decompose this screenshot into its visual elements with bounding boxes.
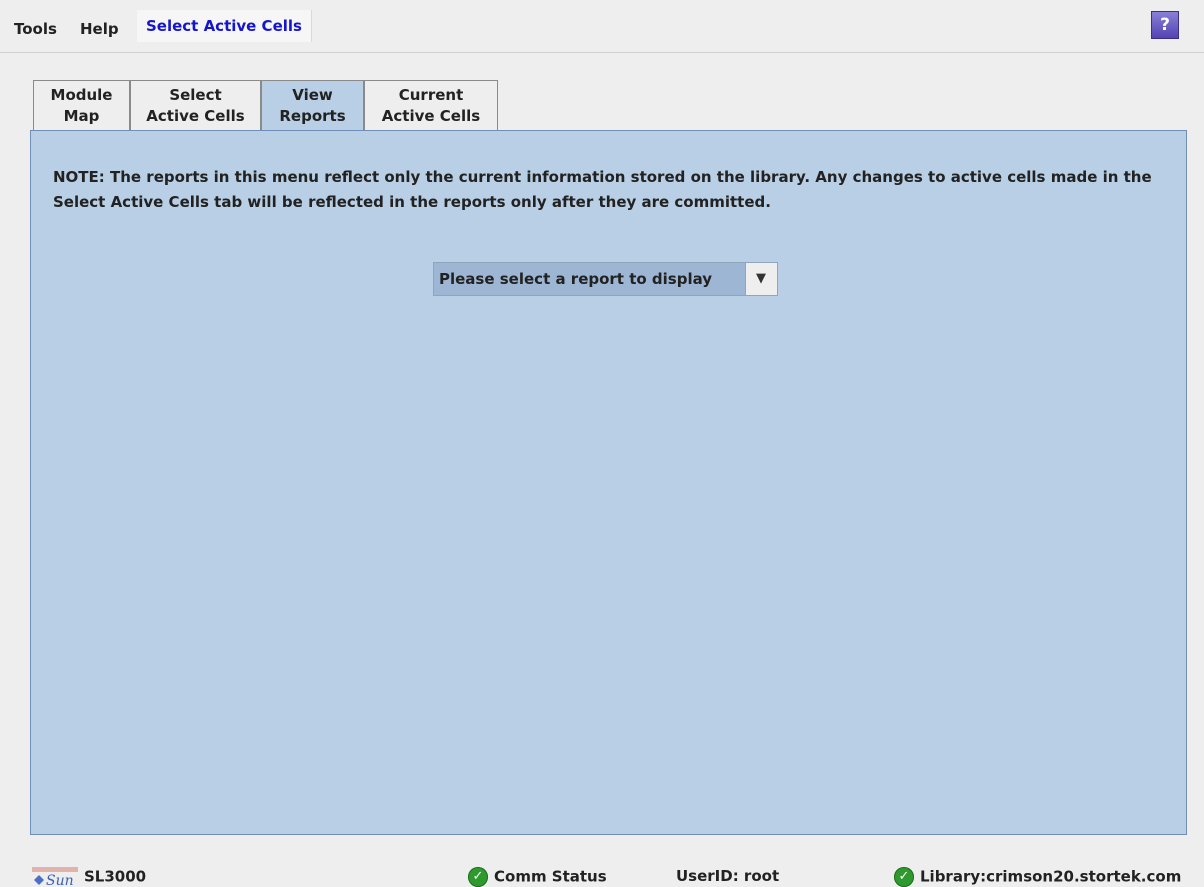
menu-help[interactable]: Help bbox=[80, 20, 119, 38]
report-select[interactable]: Please select a report to display ▼ bbox=[433, 262, 778, 296]
menu-tools[interactable]: Tools bbox=[14, 20, 57, 38]
tab-label-line2: Reports bbox=[279, 107, 346, 125]
chevron-down-icon[interactable]: ▼ bbox=[745, 263, 777, 295]
reports-note: NOTE: The reports in this menu reflect o… bbox=[53, 168, 1152, 211]
checkmark-icon: ✓ bbox=[894, 867, 914, 887]
report-select-value[interactable]: Please select a report to display bbox=[434, 263, 746, 295]
product-name: SL3000 bbox=[84, 867, 147, 886]
tab-label-line2: Active Cells bbox=[146, 107, 245, 125]
tab-label-line1: View bbox=[292, 86, 333, 104]
tab-label-line1: Current bbox=[398, 86, 464, 104]
product-label: Sun SL3000 bbox=[32, 867, 146, 887]
menu-bar: Tools Help Select Active Cells ? bbox=[0, 0, 1204, 53]
checkmark-icon: ✓ bbox=[468, 867, 488, 887]
comm-status: ✓ Comm Status bbox=[468, 867, 607, 887]
status-bar: Sun SL3000 ✓ Comm Status UserID: root ✓ Li… bbox=[0, 862, 1204, 887]
tab-view-reports[interactable]: View Reports bbox=[261, 80, 364, 132]
svg-text:Sun: Sun bbox=[46, 873, 74, 887]
tab-select-active-cells[interactable]: Select Active Cells bbox=[130, 80, 261, 130]
tab-label-line1: Select bbox=[169, 86, 222, 104]
sun-logo-icon: Sun bbox=[32, 867, 78, 887]
tab-label-line2: Active Cells bbox=[381, 107, 481, 125]
comm-status-label: Comm Status bbox=[494, 867, 607, 886]
tab-label-line2: Map bbox=[63, 107, 100, 125]
help-icon[interactable]: ? bbox=[1151, 11, 1179, 39]
tab-label-line1: Module bbox=[50, 86, 113, 104]
menu-select-active-cells[interactable]: Select Active Cells bbox=[137, 10, 312, 42]
library-label: Library:crimson20.stortek.com bbox=[920, 867, 1182, 886]
tab-current-active-cells[interactable]: Current Active Cells bbox=[364, 80, 498, 130]
user-id: UserID: root bbox=[676, 867, 780, 885]
tab-module-map[interactable]: Module Map bbox=[33, 80, 130, 130]
library-status: ✓ Library:crimson20.stortek.com bbox=[894, 867, 1181, 887]
reports-panel: NOTE: The reports in this menu reflect o… bbox=[30, 130, 1187, 835]
